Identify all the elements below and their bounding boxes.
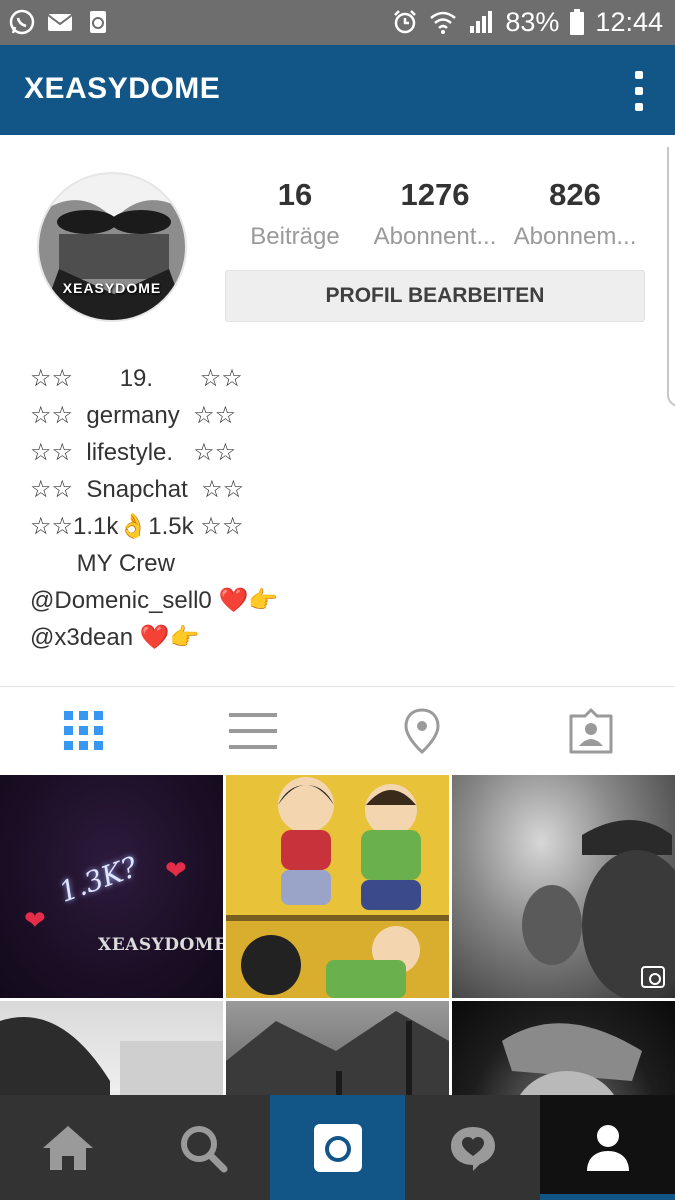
kebab-menu-icon[interactable]	[633, 71, 645, 111]
stat-followers[interactable]: 1276 Abonnent...	[365, 175, 505, 259]
avatar[interactable]: XEASYDOME	[37, 172, 187, 322]
bio-mention-link[interactable]: @x3dean ❤️👉	[30, 619, 430, 656]
recycle-icon	[90, 11, 106, 33]
tab-location[interactable]	[338, 687, 507, 775]
tab-grid[interactable]	[0, 687, 169, 775]
stat-following-value: 826	[549, 177, 601, 212]
profile-view-tabs	[0, 687, 675, 775]
location-pin-icon	[404, 708, 440, 754]
status-left-icons	[8, 8, 112, 36]
photo-tile[interactable]	[226, 775, 449, 998]
heart-icon: ❤	[24, 905, 46, 935]
stat-posts-label: Beiträge	[250, 223, 340, 250]
status-bar: 83% 12:44	[0, 0, 675, 45]
photo-tile[interactable]: ❤ ❤ 1.3K? XEASYDOME	[0, 775, 223, 998]
wifi-icon	[430, 11, 457, 34]
photo-tile[interactable]	[0, 1001, 223, 1095]
bottom-navigation	[0, 1095, 675, 1200]
profile-username-title: XEASYDOME	[24, 72, 221, 105]
tab-list[interactable]	[169, 687, 338, 775]
signal-icon	[470, 11, 493, 33]
status-right-icons: 83% 12:44	[391, 6, 663, 38]
edge-scroll-indicator	[667, 147, 675, 407]
nav-camera[interactable]	[270, 1095, 405, 1200]
avatar-watermark: XEASYDOME	[62, 280, 162, 296]
edit-profile-button[interactable]: PROFIL BEARBEITEN	[225, 270, 645, 322]
battery-percent: 83%	[505, 7, 560, 37]
nav-home[interactable]	[0, 1095, 135, 1200]
bio-line: ☆☆ lifestyle. ☆☆	[30, 439, 237, 466]
clock-time: 12:44	[595, 7, 663, 37]
grid-icon	[64, 711, 104, 750]
profile-icon	[586, 1124, 629, 1171]
alarm-clock-icon	[394, 10, 417, 34]
home-icon	[42, 1125, 93, 1170]
app-header: XEASYDOME	[0, 45, 675, 135]
bio-line: ☆☆1.1k👌1.5k ☆☆	[30, 513, 244, 540]
bio-line: ☆☆ 19. ☆☆	[30, 365, 243, 392]
bio-line: MY Crew	[30, 550, 175, 577]
photo-grid: ❤ ❤ 1.3K? XEASYDOME	[0, 775, 675, 1095]
nav-search[interactable]	[135, 1095, 270, 1200]
bio-line: ☆☆ germany ☆☆	[30, 402, 237, 429]
stat-followers-label: Abonnent...	[373, 223, 497, 250]
tab-tagged[interactable]	[506, 687, 675, 775]
kebab-dot	[635, 103, 643, 111]
profile-bio: ☆☆ 19. ☆☆ ☆☆ germany ☆☆ ☆☆ lifestyle. ☆☆…	[30, 360, 430, 656]
avatar-image	[39, 174, 185, 320]
camera-overlay-icon	[641, 966, 665, 988]
tile-watermark: XEASYDOME	[98, 935, 223, 955]
kebab-dot	[635, 71, 643, 79]
stat-following[interactable]: 826 Abonnem...	[505, 175, 645, 259]
cartoon-image	[226, 775, 449, 998]
profile-stats: 16 Beiträge 1276 Abonnent... 826 Abonnem…	[225, 175, 645, 259]
photo-tile[interactable]	[226, 1001, 449, 1095]
stat-followers-value: 1276	[400, 177, 470, 212]
camera-icon	[313, 1123, 362, 1172]
tile-overlay-text: 1.3K?	[54, 850, 142, 909]
photo-image	[522, 820, 675, 998]
whatsapp-icon	[9, 9, 35, 35]
photo-image	[0, 1017, 223, 1095]
bio-mention-link[interactable]: @Domenic_sell0 ❤️👉	[30, 582, 430, 619]
photo-image	[502, 1023, 642, 1095]
stat-posts-value: 16	[277, 177, 313, 212]
heart-icon: ❤	[165, 855, 187, 885]
photo-tile[interactable]	[452, 1001, 675, 1095]
photo-tile[interactable]	[452, 775, 675, 998]
search-icon	[180, 1125, 227, 1172]
stat-posts[interactable]: 16 Beiträge	[225, 175, 365, 259]
bio-line: ☆☆ Snapchat ☆☆	[30, 476, 245, 503]
activity-heart-icon	[450, 1126, 495, 1171]
tagged-person-icon	[569, 708, 613, 754]
battery-icon	[570, 9, 585, 35]
photo-image	[226, 1011, 449, 1095]
mail-icon	[47, 14, 73, 31]
nav-profile[interactable]	[540, 1095, 675, 1200]
stat-following-label: Abonnem...	[513, 223, 637, 250]
profile-area: XEASYDOME 16 Beiträge 1276 Abonnent... 8…	[0, 135, 675, 687]
kebab-dot	[635, 87, 643, 95]
nav-activity[interactable]	[405, 1095, 540, 1200]
list-icon	[229, 713, 278, 749]
